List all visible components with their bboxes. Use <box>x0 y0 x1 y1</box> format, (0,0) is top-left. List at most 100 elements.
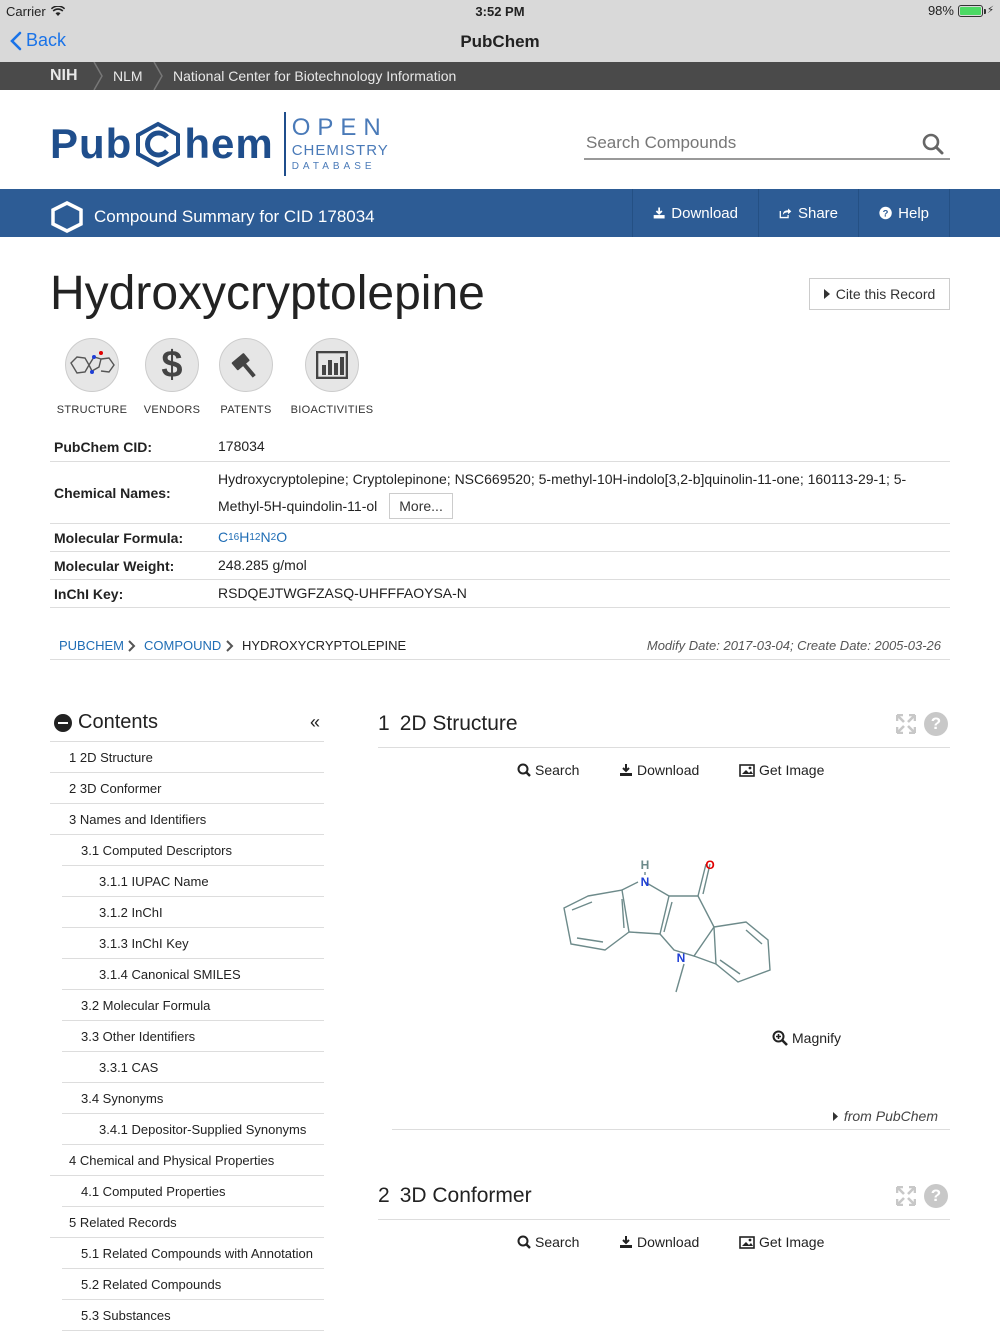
info-row-formula: Molecular Formula: C 16 H 12 N 2 O <box>50 524 950 552</box>
clock: 3:52 PM <box>475 4 525 19</box>
toc-item[interactable]: 3.3.1 CAS <box>62 1052 324 1083</box>
search-input[interactable] <box>584 128 904 158</box>
download-icon <box>620 1236 632 1248</box>
download-icon <box>653 207 665 219</box>
compound-name: Hydroxycryptolepine <box>50 267 485 320</box>
section-number: 1 <box>378 712 390 735</box>
structure-get-image-button[interactable]: Get Image <box>739 762 824 778</box>
toc-item[interactable]: 3.4.1 Depositor-Supplied Synonyms <box>62 1114 324 1145</box>
structure-download-button[interactable]: Download <box>619 762 699 778</box>
chemical-names-line2: Methyl-5H-quindolin-11-ol <box>218 497 378 514</box>
toc-item[interactable]: 5 Related Records <box>50 1207 324 1238</box>
molecule-2d-drawing[interactable]: N H O N <box>558 852 788 1002</box>
caret-right-icon <box>823 289 830 299</box>
logo-open: OPEN <box>291 114 388 141</box>
expand-icon[interactable] <box>896 714 916 734</box>
logo-database: DATABASE <box>291 161 376 172</box>
share-button[interactable]: Share <box>758 189 858 237</box>
toc-item[interactable]: 5.2 Related Compounds <box>62 1269 324 1300</box>
toc-item[interactable]: 1 2D Structure <box>50 742 324 773</box>
inchi-key: RSDQEJTWGFZASQ-UHFFFAOYSA-N <box>218 585 467 601</box>
section-number: 2 <box>378 1184 390 1207</box>
toc-item[interactable]: 4.1 Computed Properties <box>62 1176 324 1207</box>
molecular-weight: 248.285 g/mol <box>218 557 307 573</box>
chevron-right-icon <box>128 640 136 652</box>
record-dates: Modify Date: 2017-03-04; Create Date: 20… <box>646 638 941 653</box>
atom-label-n2: N <box>677 951 686 965</box>
conformer-download-button[interactable]: Download <box>619 1234 699 1250</box>
toc-item[interactable]: 2 3D Conformer <box>50 773 324 804</box>
toc-item[interactable]: 4 Chemical and Physical Properties <box>50 1145 324 1176</box>
help-button[interactable]: ? Help <box>858 189 950 237</box>
logo-hem: hem <box>184 120 274 167</box>
from-pubchem-link[interactable]: from PubChem <box>832 1108 938 1124</box>
toc-item[interactable]: 3 Names and Identifiers <box>50 804 324 835</box>
download-button[interactable]: Download <box>632 189 758 237</box>
bioactivities-link[interactable]: BIOACTIVITIES <box>282 338 382 416</box>
nlm-link[interactable]: NLM <box>113 68 143 84</box>
breadcrumb-pubchem[interactable]: PUBCHEM <box>59 638 124 653</box>
expand-icon[interactable] <box>896 1186 916 1206</box>
toc-item[interactable]: 3.1.3 InChI Key <box>62 928 324 959</box>
nav-title: PubChem <box>460 32 540 51</box>
vendors-link[interactable]: $ VENDORS <box>134 338 210 416</box>
question-icon[interactable]: ? <box>924 1184 948 1208</box>
toc-item[interactable]: 3.1.1 IUPAC Name <box>62 866 324 897</box>
section-title: 3D Conformer <box>399 1184 532 1207</box>
structure-search-button[interactable]: Search <box>517 762 579 778</box>
toc-item[interactable]: 3.1.4 Canonical SMILES <box>62 959 324 990</box>
nih-bar: NIH NLM National Center for Biotechnolog… <box>0 62 1000 90</box>
battery-percent: 98% <box>927 3 954 18</box>
info-row-cid: PubChem CID: 178034 <box>50 432 950 462</box>
patents-link[interactable]: PATENTS <box>210 338 282 416</box>
pubchem-logo[interactable]: Pub hem OPEN CHEMISTRY DATABASE <box>50 112 389 176</box>
toc-item[interactable]: 3.3 Other Identifiers <box>62 1021 324 1052</box>
toc-item[interactable]: 5.1 Related Compounds with Annotation <box>62 1238 324 1269</box>
zoom-in-icon <box>772 1030 788 1046</box>
chevron-right-icon <box>226 640 234 652</box>
breadcrumb-compound[interactable]: COMPOUND <box>144 638 221 653</box>
caret-right-icon <box>832 1111 838 1121</box>
toc-item[interactable]: 3.2 Molecular Formula <box>62 990 324 1021</box>
search-box <box>584 128 950 160</box>
ncbi-link[interactable]: National Center for Biotechnology Inform… <box>173 68 456 84</box>
svg-text:?: ? <box>883 208 889 219</box>
structure-link[interactable]: STRUCTURE <box>50 338 134 416</box>
status-bar: Carrier 3:52 PM 98% ⚡ <box>0 0 1000 22</box>
section-2d-structure: 1 2D Structure ? Search Download Get Imag… <box>378 712 950 1152</box>
logo-pub: Pub <box>50 120 133 167</box>
section-title: 2D Structure <box>399 712 518 735</box>
search-icon[interactable] <box>922 133 944 155</box>
magnify-button[interactable]: Magnify <box>772 1030 841 1046</box>
more-names-button[interactable]: More... <box>389 493 453 519</box>
minus-circle-icon[interactable] <box>54 713 72 732</box>
molecular-formula[interactable]: C 16 H 12 N 2 O <box>218 524 950 551</box>
gavel-icon <box>231 353 256 378</box>
quick-links: STRUCTURE $ VENDORS PATENTS BIOACTIVITIE… <box>50 338 382 416</box>
toc-item[interactable]: 5.3 Substances <box>62 1300 324 1331</box>
image-icon <box>739 1235 755 1249</box>
double-chevron-left-icon[interactable]: « <box>310 712 320 733</box>
download-icon <box>620 764 632 776</box>
conformer-get-image-button[interactable]: Get Image <box>739 1234 824 1250</box>
cid-value: 178034 <box>218 438 265 454</box>
navigation-bar: Back PubChem <box>0 22 1000 62</box>
info-row-weight: Molecular Weight: 248.285 g/mol <box>50 552 950 580</box>
hexagon-icon <box>51 201 83 233</box>
toc-item[interactable]: 3.1.2 InChI <box>62 897 324 928</box>
cite-record-button[interactable]: Cite this Record <box>809 278 950 310</box>
info-row-names: Chemical Names: Hydroxycryptolepine; Cry… <box>50 462 950 524</box>
conformer-search-button[interactable]: Search <box>517 1234 579 1250</box>
nih-link[interactable]: NIH <box>50 67 78 85</box>
separator-chevron-icon <box>153 62 163 90</box>
search-icon <box>517 1235 531 1249</box>
dollar-icon: $ <box>161 343 183 386</box>
contents-title: Contents <box>78 711 159 733</box>
toc-item[interactable]: 3.4 Synonyms <box>62 1083 324 1114</box>
question-icon[interactable]: ? <box>924 712 948 736</box>
atom-label-h: H <box>641 858 650 872</box>
image-icon <box>739 763 755 777</box>
atom-label-o: O <box>705 858 714 872</box>
contents-sidebar: Contents « 1 2D Structure 2 3D Conformer… <box>50 704 324 1331</box>
toc-item[interactable]: 3.1 Computed Descriptors <box>62 835 324 866</box>
